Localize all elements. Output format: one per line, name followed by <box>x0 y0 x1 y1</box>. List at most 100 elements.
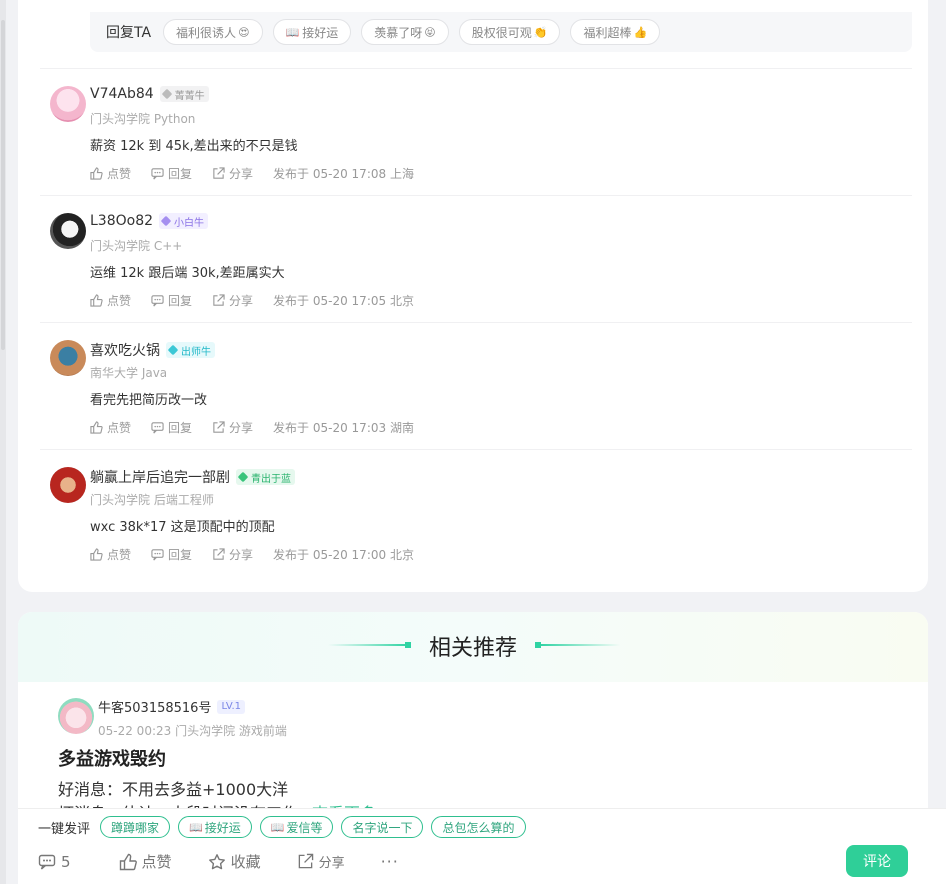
comment-item: L38Oo82 小白牛 门头沟学院 C++ 运维 12k 跟后端 30k,差距属实… <box>40 195 912 322</box>
chip-text: 福利超棒 <box>583 25 632 40</box>
reply-label: 回复 <box>168 167 193 181</box>
comment-submit-button[interactable]: 评论 <box>846 845 908 877</box>
share-label: 分享 <box>229 421 254 435</box>
share-button[interactable]: 分享 <box>212 419 253 436</box>
chip-text: 接好运 <box>302 25 339 40</box>
comment-icon <box>151 295 164 307</box>
emoji-icon: 👍 <box>633 25 648 39</box>
share-button[interactable]: 分享 <box>212 292 253 309</box>
reply-label: 回复 <box>168 548 193 562</box>
comment-user: L38Oo82 小白牛 <box>90 213 209 229</box>
user-school: 门头沟学院 Python <box>90 112 196 126</box>
level-text: 小白牛 <box>174 217 205 229</box>
title-decoration-right <box>540 644 620 646</box>
level-badge: 青出于蓝 <box>236 469 295 485</box>
avatar[interactable] <box>50 340 86 376</box>
like-label: 点赞 <box>107 294 132 308</box>
diamond-icon <box>161 88 172 100</box>
share-icon <box>213 421 225 433</box>
quick-comment-chip[interactable]: 总包怎么算的 <box>431 816 526 838</box>
avatar[interactable] <box>50 86 86 122</box>
like-button[interactable]: 点赞 <box>90 292 131 309</box>
username[interactable]: 牛客503158516号 <box>98 697 211 716</box>
comment-icon <box>151 549 164 561</box>
thumbs-up-icon <box>90 294 103 307</box>
diamond-icon <box>237 471 249 483</box>
share-button[interactable]: 分享 <box>212 165 253 182</box>
level-text: 青出于蓝 <box>251 473 291 485</box>
username[interactable]: 躺赢上岸后追完一部剧 <box>90 467 230 487</box>
reply-chip[interactable]: 股权很可观 👏 <box>458 19 561 45</box>
username[interactable]: 喜欢吃火锅 <box>90 340 160 360</box>
like-label: 点赞 <box>107 167 132 181</box>
like-label: 点赞 <box>107 421 132 435</box>
level-text: 菁菁牛 <box>174 90 205 102</box>
comment-text: 看完先把简历改一改 <box>90 393 208 408</box>
comment-icon <box>38 854 56 870</box>
comment-user: 躺赢上岸后追完一部剧 青出于蓝 <box>90 467 295 487</box>
share-label: 分享 <box>229 294 254 308</box>
share-button[interactable]: 分享 <box>212 546 253 563</box>
comments-button[interactable]: 5 <box>38 853 71 871</box>
post-title[interactable]: 多益游戏毁约 <box>58 745 166 771</box>
emoji-icon: 👏 <box>533 25 548 39</box>
comment-icon <box>151 422 164 434</box>
quick-comment-chip[interactable]: 📖 接好运 <box>178 816 252 838</box>
comment-item: V74Ab84 菁菁牛 门头沟学院 Python 薪资 12k 到 45k,差出来… <box>40 68 912 195</box>
reply-chip[interactable]: 福利超棒 👍 <box>570 19 661 45</box>
favorite-button[interactable]: 收藏 <box>208 851 261 872</box>
comment-icon <box>151 168 164 180</box>
user-school: 门头沟学院 C++ <box>90 239 183 253</box>
comment-actions: 点赞 回复 分享 发布于 05-20 17:00 北京 <box>90 546 414 563</box>
thumbs-up-icon <box>90 548 103 561</box>
chip-text: 接好运 <box>204 820 241 835</box>
diamond-icon <box>167 344 179 356</box>
level-badge: 菁菁牛 <box>159 86 209 102</box>
share-button[interactable]: 分享 <box>297 852 345 871</box>
thumbs-up-icon <box>90 167 103 180</box>
posted-time: 发布于 05-20 17:03 湖南 <box>273 421 414 435</box>
like-button[interactable]: 点赞 <box>90 419 131 436</box>
like-label: 点赞 <box>141 853 172 871</box>
scrollbar-thumb[interactable] <box>1 20 5 350</box>
book-icon: 📖 <box>189 820 203 834</box>
star-icon <box>208 853 225 869</box>
emoji-icon: 😝 <box>424 25 436 39</box>
comment-count: 5 <box>61 852 71 871</box>
avatar[interactable] <box>58 698 94 734</box>
like-button[interactable]: 点赞 <box>90 546 131 563</box>
quick-comment-chip[interactable]: 蹲蹲哪家 <box>100 816 171 838</box>
reply-chip[interactable]: 羡慕了呀 😝 <box>361 19 449 45</box>
level-badge: LV.1 <box>217 699 246 714</box>
comment-actions: 点赞 回复 分享 发布于 05-20 17:08 上海 <box>90 165 414 182</box>
comment-text: 薪资 12k 到 45k,差出来的不只是钱 <box>90 139 298 154</box>
avatar[interactable] <box>50 467 86 503</box>
reply-chip[interactable]: 📖 接好运 <box>272 19 352 45</box>
username[interactable]: V74Ab84 <box>90 86 154 102</box>
chip-text: 名字说一下 <box>352 820 413 835</box>
quick-comment-chip[interactable]: 📖 爱信等 <box>259 816 334 838</box>
left-scroll-strip[interactable] <box>0 0 6 884</box>
more-button[interactable]: ··· <box>381 852 399 871</box>
reply-button[interactable]: 回复 <box>151 165 192 182</box>
reply-chip[interactable]: 福利很诱人 😍 <box>163 19 263 45</box>
thumbs-up-icon <box>90 421 103 434</box>
quick-comment-chip[interactable]: 名字说一下 <box>341 816 424 838</box>
reply-label: 回复 <box>168 421 193 435</box>
book-icon: 📖 <box>285 25 300 39</box>
reply-button[interactable]: 回复 <box>151 292 192 309</box>
post-author: 牛客503158516号 LV.1 <box>98 697 246 716</box>
quick-comment-label: 一键发评 <box>38 821 91 837</box>
like-button[interactable]: 点赞 <box>119 851 172 872</box>
chip-text: 羡慕了呀 <box>374 25 423 40</box>
share-icon <box>213 548 225 560</box>
like-button[interactable]: 点赞 <box>90 165 131 182</box>
reply-button[interactable]: 回复 <box>151 546 192 563</box>
reply-button[interactable]: 回复 <box>151 419 192 436</box>
avatar[interactable] <box>50 213 86 249</box>
username[interactable]: L38Oo82 <box>90 213 153 229</box>
posted-time: 发布于 05-20 17:00 北京 <box>273 548 414 562</box>
comment-actions: 点赞 回复 分享 发布于 05-20 17:05 北京 <box>90 292 414 309</box>
book-icon: 📖 <box>270 820 285 834</box>
chip-text: 蹲蹲哪家 <box>111 820 160 835</box>
